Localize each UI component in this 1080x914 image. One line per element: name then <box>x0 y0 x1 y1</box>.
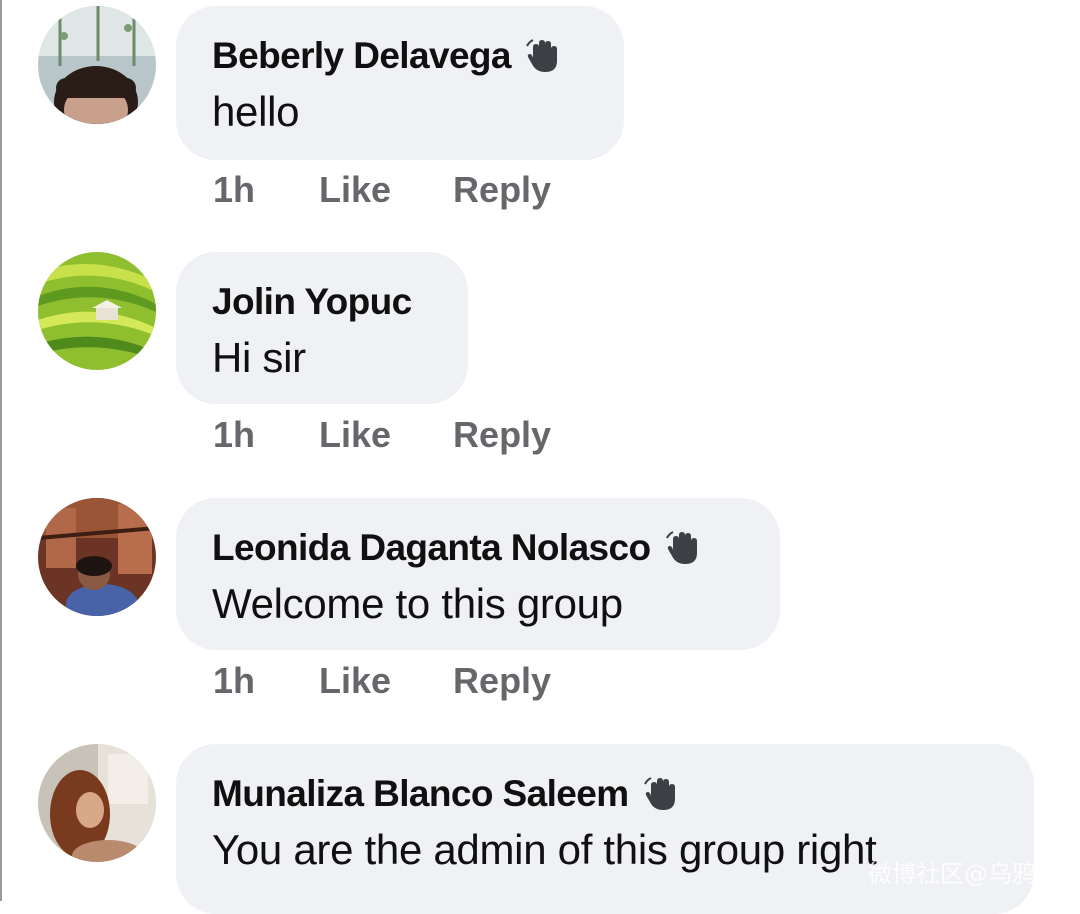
avatar[interactable] <box>38 6 156 124</box>
wave-icon <box>665 530 701 566</box>
reply-button[interactable]: Reply <box>453 660 551 702</box>
reply-button[interactable]: Reply <box>453 414 551 456</box>
wave-icon <box>643 776 679 812</box>
comment-actions: 1h Like Reply <box>213 413 613 457</box>
comment-bubble: Leonida Daganta Nolasco Welcome to this … <box>176 498 780 650</box>
like-button[interactable]: Like <box>319 660 391 702</box>
comment-text: Welcome to this group <box>212 580 623 627</box>
comment-actions: 1h Like Reply <box>213 659 613 703</box>
comment-time[interactable]: 1h <box>213 169 319 211</box>
avatar[interactable] <box>38 252 156 370</box>
wave-icon <box>525 38 561 74</box>
commenter-name[interactable]: Beberly Delavega <box>212 35 512 77</box>
comment-actions: 1h Like Reply <box>213 168 613 212</box>
comment-text: Hi sir <box>212 334 306 381</box>
comment-text: hello <box>212 88 300 135</box>
comment-time[interactable]: 1h <box>213 660 319 702</box>
commenter-name[interactable]: Jolin Yopuc <box>212 281 412 323</box>
like-button[interactable]: Like <box>319 414 391 456</box>
reply-button[interactable]: Reply <box>453 169 551 211</box>
commenter-name[interactable]: Munaliza Blanco Saleem <box>212 773 629 815</box>
comment-time[interactable]: 1h <box>213 414 319 456</box>
avatar[interactable] <box>38 744 156 862</box>
commenter-name[interactable]: Leonida Daganta Nolasco <box>212 527 651 569</box>
like-button[interactable]: Like <box>319 169 391 211</box>
watermark: 微博社区@乌鸦 <box>868 860 1036 888</box>
left-border <box>0 0 2 901</box>
comment-bubble: Beberly Delavega hello <box>176 6 624 160</box>
avatar[interactable] <box>38 498 156 616</box>
comment-bubble: Jolin Yopuc Hi sir <box>176 252 468 404</box>
